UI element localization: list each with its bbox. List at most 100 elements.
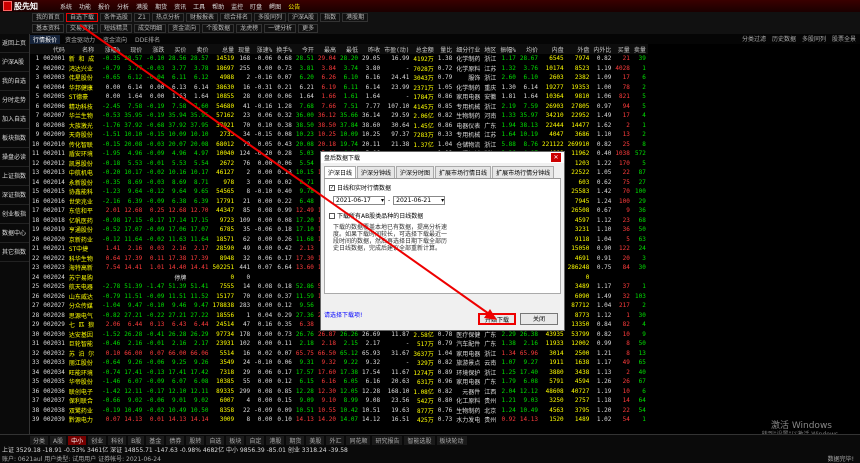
column-header[interactable]: 卖价 [188,44,211,54]
market-tab[interactable]: 中小 [68,435,87,445]
column-header[interactable]: 最低 [337,44,361,54]
menu-item[interactable]: 功能 [79,2,91,11]
market-tab[interactable]: 板块轮动 [436,435,467,445]
column-header[interactable]: 现价 [122,44,145,54]
subtab[interactable]: 行情报价 [30,34,61,44]
toolbar-button[interactable]: 龙虎榜 [236,24,263,33]
dialog-close-button[interactable]: 关闭 [520,313,558,325]
table-row[interactable]: 35 002035 华帝股份 -1.46 6.07 -0.09 6.07 6.08 10385 5… [30,377,648,387]
table-row[interactable]: 39 002039 黔源电力 0.07 14.13 0.01 14.13 14.14 3009 8… [30,415,648,425]
all-ab-checkbox[interactable]: 下载所有AB股类品种的日线数据 [329,211,556,220]
toolbar-button[interactable]: 更多 [298,24,319,33]
table-row[interactable]: 9 002009 天奇股份 -1.51 10.10 -0.15 10.09 10.10 2733… [30,130,648,140]
market-tab[interactable]: 研究报告 [372,435,403,445]
table-row[interactable]: 6 002006 精功科技 -2.45 7.58 -0.19 7.58 7.60 54680 41… [30,102,648,112]
subtab[interactable]: DDE排名 [132,35,163,44]
toolbar-button[interactable]: 多股同列 [254,13,287,22]
start-download-button[interactable]: 开始下载 [478,313,516,325]
toolbar-button[interactable]: 我的首页 [32,13,65,22]
sidebar-item[interactable]: 沪深A股 [0,53,29,72]
toolbar-button[interactable]: 交易资料 [66,24,99,33]
close-icon[interactable]: ✕ [551,153,561,162]
column-header[interactable]: 最高 [315,44,338,54]
column-header[interactable] [30,44,42,54]
toolbar-button[interactable]: 一键分析 [264,24,297,33]
toolbar-button[interactable]: 综合排名 [220,13,253,22]
toolbar-button[interactable]: Z1 [134,13,150,22]
column-header[interactable]: 涨速% [252,44,275,54]
subtab-right[interactable]: 历史数据 [772,34,796,43]
toolbar-button[interactable]: 港股期 [342,13,369,22]
column-header[interactable]: 总金额 [411,44,436,54]
toolbar-button[interactable]: 指数 [320,13,341,22]
column-header[interactable]: 昨收 [360,44,383,54]
subtab[interactable]: 资金驱动力 [62,35,98,44]
column-header[interactable]: 总量 [210,44,237,54]
market-tab[interactable]: 自定 [246,435,265,445]
market-tab[interactable]: 美股 [306,435,325,445]
subtab[interactable]: 资金流向 [100,35,130,44]
table-row[interactable]: 31 002031 巨轮智能 -0.46 2.16 -0.01 2.16 2.17 23931 1… [30,339,648,349]
table-row[interactable]: 37 002037 保利联合 -0.66 9.02 -0.06 9.01 9.02 6007 4 0… [30,396,648,406]
sidebar-item[interactable]: 创业板指 [0,205,29,224]
sidebar-item[interactable]: 上证指数 [0,167,29,186]
menu-item[interactable]: 工具 [193,2,205,11]
market-tab[interactable]: 债券 [166,435,185,445]
column-header[interactable]: 现量 [236,44,253,54]
table-row[interactable]: 7 002007 华兰生物 -0.53 35.95 -0.19 35.94 35.95 5716… [30,111,648,121]
subtab-right[interactable]: 分类过滤 [742,34,766,43]
date-from-field[interactable]: 2021-06-17 ▾ [333,196,385,205]
sidebar-item[interactable]: 操盘必读 [0,148,29,167]
column-header[interactable]: 细分行业 [454,44,483,54]
market-tab[interactable]: 智能选股 [404,435,435,445]
table-row[interactable]: 38 002038 双鹭药业 -0.19 10.49 -0.02 10.49 10.50 835… [30,406,648,416]
daily-data-checkbox[interactable]: ✓ 日线和实时行情数据 [329,183,556,192]
table-row[interactable]: 2 002002 鸿达兴业 -0.79 3.77 -0.03 3.77 3.78 18697 25… [30,64,648,74]
column-header[interactable]: 名称 [66,44,97,54]
table-row[interactable]: 1 002001 新 和 成 -0.35 28.57 -0.10 28.56 28.57 145… [30,54,648,64]
market-tab[interactable]: 创业 [88,435,107,445]
market-tab[interactable]: 期货 [286,435,305,445]
column-header[interactable]: 振幅% [498,44,518,54]
dialog-tab[interactable]: 沪深分时图 [396,166,435,178]
market-tab[interactable]: 基金 [146,435,165,445]
toolbar-button[interactable]: 热点分析 [151,13,184,22]
toolbar-button[interactable]: 资金流向 [168,24,201,33]
menu-item[interactable]: 港股 [136,2,148,11]
menu-item[interactable]: 公告 [288,2,300,11]
table-row[interactable]: 4 002004 华邦健康 0.00 6.14 0.00 6.13 6.14 38630 16 -0… [30,83,648,93]
market-tab[interactable]: A股 [50,435,67,445]
market-tab[interactable]: 同花顺 [346,435,371,445]
table-row[interactable]: 8 002008 大族激光 -1.76 37.92 -0.68 37.92 37.95 3792… [30,121,648,131]
toolbar-button[interactable]: 沪深A股 [288,13,319,22]
dialog-tab[interactable]: 扩展市场行情分钟线 [492,166,555,178]
subtab-right[interactable]: 多股同列 [802,34,826,43]
column-header[interactable]: 内盘 [539,44,566,54]
menu-item[interactable]: 盯盘 [250,2,262,11]
date-to-field[interactable]: 2021-06-21 ▾ [393,196,446,205]
menu-item[interactable]: 鳄图 [269,2,281,11]
column-header[interactable]: 代码 [41,44,67,54]
table-row[interactable]: 5 002005 ST德豪 0.00 1.64 0.00 1.63 1.64 10855 28 0.… [30,92,648,102]
column-header[interactable]: 卖量 [631,44,648,54]
column-header[interactable]: 今开 [293,44,316,54]
menu-item[interactable]: 报价 [98,2,110,11]
market-tab[interactable]: 股转 [186,435,205,445]
table-row[interactable]: 34 002034 旺能环境 -0.74 17.41 -0.13 17.41 17.42 731… [30,368,648,378]
dialog-tab[interactable]: 扩展市场行情日线 [435,166,492,178]
market-tab[interactable]: 板块 [226,435,245,445]
toolbar-button[interactable]: 短线精灵 [100,24,133,33]
column-header[interactable]: 涨幅% [100,44,123,54]
market-tab[interactable]: B股 [128,435,145,445]
market-tab[interactable]: 外汇 [326,435,345,445]
toolbar-button[interactable]: 成交明细 [134,24,167,33]
table-row[interactable]: 3 002003 伟星股份 -0.65 6.12 -0.04 6.11 6.12 4988 2 -0… [30,73,648,83]
menu-item[interactable]: 分析 [117,2,129,11]
sidebar-item[interactable]: 我的自选 [0,72,29,91]
column-header[interactable]: 内外比 [591,44,614,54]
table-row[interactable]: 32 002032 苏 泊 尔 0.10 66.00 0.07 66.00 66.06 5514… [30,349,648,359]
table-row[interactable]: 10 002010 传化智联 -0.15 20.08 -0.03 20.07 20.08 680… [30,140,648,150]
toolbar-button[interactable]: 基本资料 [32,24,65,33]
menu-item[interactable]: 帮助 [212,2,224,11]
menu-item[interactable]: 期货 [155,2,167,11]
